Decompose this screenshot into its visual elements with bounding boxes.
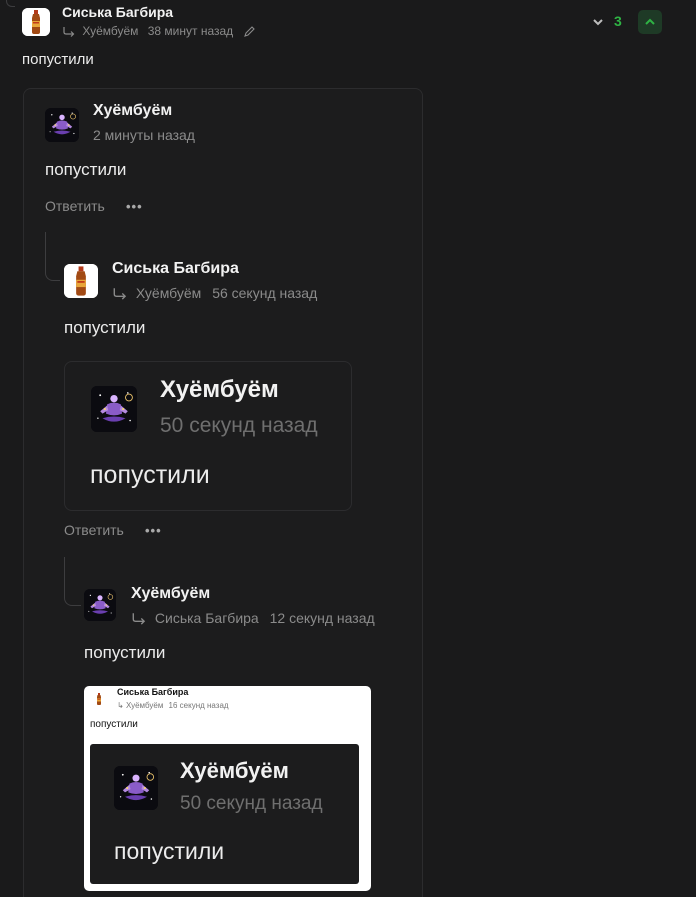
reply-button[interactable]: Ответить bbox=[64, 522, 124, 538]
screenshot-text: попустили bbox=[90, 719, 138, 730]
author-name[interactable]: Сиська Багбира bbox=[112, 260, 239, 278]
screenshot-embed-time: 50 секунд назад bbox=[180, 793, 323, 814]
avatar bbox=[91, 386, 137, 432]
screenshot-embed-text: попустили bbox=[114, 838, 225, 864]
comment-text: попустили bbox=[22, 51, 94, 68]
pencil-icon[interactable] bbox=[243, 25, 256, 38]
author-name[interactable]: Хуёмбуём bbox=[93, 102, 172, 120]
timestamp: 2 минуты назад bbox=[93, 127, 195, 143]
timestamp: 56 секунд назад bbox=[212, 285, 318, 301]
avatar[interactable] bbox=[84, 589, 116, 621]
more-options-button[interactable]: ••• bbox=[145, 523, 162, 538]
reply-button[interactable]: Ответить bbox=[45, 198, 105, 214]
embedded-quote: Хуёмбуём 50 секунд назад попустили bbox=[64, 361, 352, 511]
chevron-up-icon bbox=[645, 18, 655, 25]
timestamp: 12 секунд назад bbox=[269, 610, 375, 626]
comment-text: попустили bbox=[64, 318, 146, 337]
screenshot-embed-author: Хуёмбуём bbox=[180, 758, 289, 783]
screenshot-timestamp: 16 секунд назад bbox=[168, 701, 229, 710]
reply-to-name[interactable]: Хуёмбуём bbox=[136, 285, 201, 301]
avatar bbox=[114, 766, 158, 810]
more-options-button[interactable]: ••• bbox=[126, 199, 143, 214]
avatar[interactable] bbox=[64, 264, 98, 298]
comment-text: попустили bbox=[84, 643, 166, 662]
reply-arrow-icon bbox=[132, 613, 146, 625]
attached-screenshot[interactable]: Сиська Багбира ↳ Хуёмбуём 16 секунд наза… bbox=[84, 686, 371, 891]
avatar[interactable] bbox=[45, 108, 79, 142]
comment-meta: Хуёмбуём 38 минут назад bbox=[62, 24, 256, 38]
comment-meta: Хуёмбуём 56 секунд назад bbox=[112, 285, 317, 301]
screenshot-embed: Хуёмбуём 50 секунд назад попустили bbox=[90, 744, 359, 884]
avatar[interactable] bbox=[22, 8, 50, 36]
author-name[interactable]: Хуёмбуём bbox=[131, 585, 210, 603]
timestamp: 38 минут назад bbox=[147, 24, 234, 38]
author-name[interactable]: Сиська Багбира bbox=[62, 4, 173, 20]
reply-arrow-icon bbox=[63, 26, 75, 37]
thread-line bbox=[45, 232, 60, 281]
comment-meta: Сиська Багбира 12 секунд назад bbox=[131, 610, 375, 626]
avatar bbox=[92, 692, 106, 706]
reply-arrow-icon bbox=[113, 288, 127, 300]
reply-arrow-icon: ↳ bbox=[117, 701, 124, 710]
reply-to-name[interactable]: Хуёмбуём bbox=[82, 24, 138, 38]
thread-line bbox=[64, 557, 81, 606]
upvote-button[interactable] bbox=[638, 10, 662, 34]
embed-author-name: Хуёмбуём bbox=[160, 376, 279, 403]
comment-text: попустили bbox=[45, 160, 127, 179]
screenshot-author-name: Сиська Багбира bbox=[117, 687, 189, 697]
thread-line-top bbox=[6, 0, 15, 7]
vote-score: 3 bbox=[614, 13, 622, 29]
embed-text: попустили bbox=[90, 461, 210, 489]
screenshot-reply-to: Хуёмбуём bbox=[125, 701, 164, 710]
embed-timestamp: 50 секунд назад bbox=[160, 414, 318, 437]
screenshot-meta: ↳ Хуёмбуём 16 секунд назад bbox=[117, 701, 229, 710]
chevron-down-icon bbox=[593, 19, 603, 26]
reply-to-name[interactable]: Сиська Багбира bbox=[155, 610, 259, 626]
downvote-button[interactable] bbox=[586, 10, 610, 34]
